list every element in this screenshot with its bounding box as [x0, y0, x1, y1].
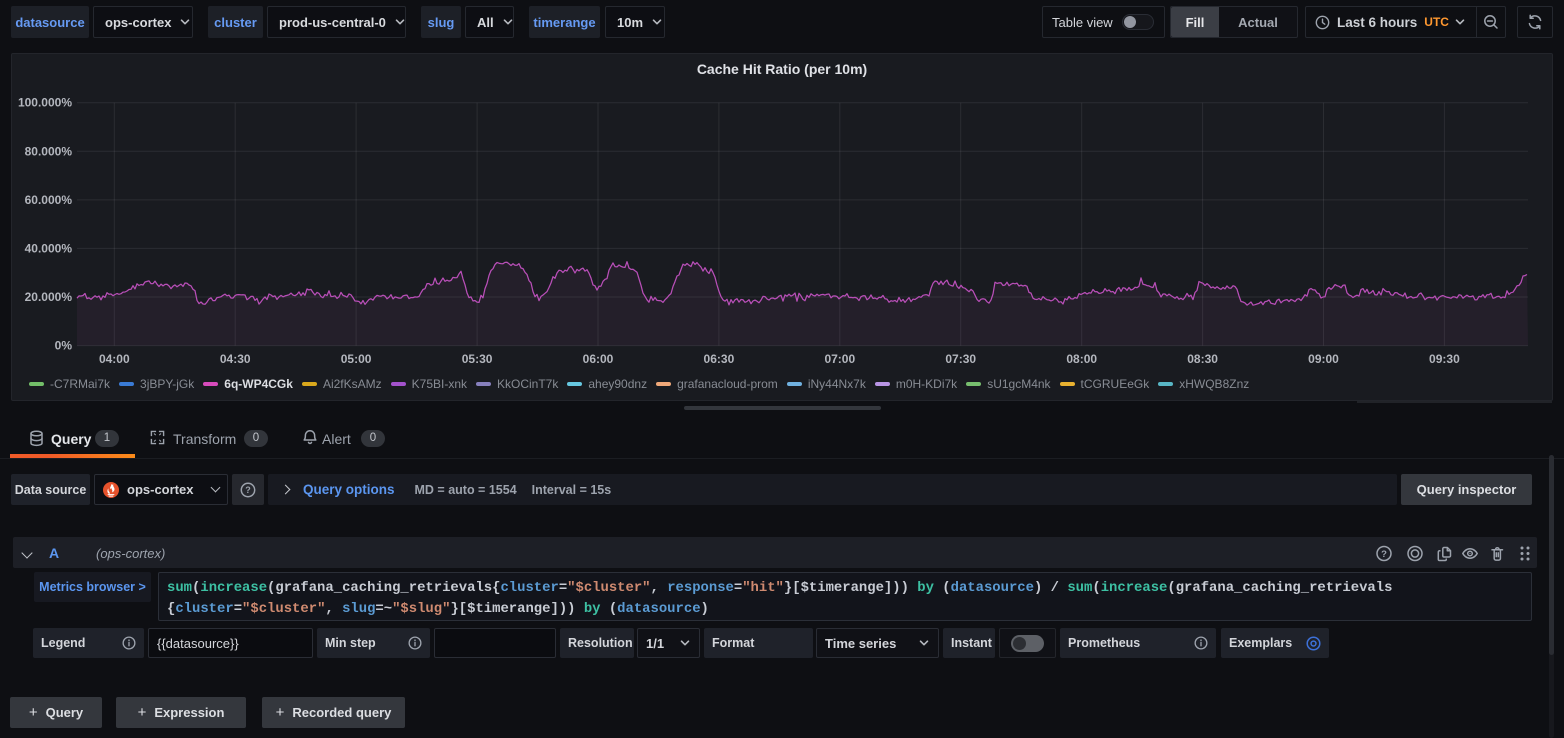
- svg-text:09:30: 09:30: [1429, 352, 1460, 366]
- svg-text:20.000%: 20.000%: [25, 290, 73, 304]
- svg-text:04:30: 04:30: [220, 352, 251, 366]
- svg-text:04:00: 04:00: [99, 352, 130, 366]
- svg-text:?: ?: [1381, 549, 1387, 560]
- svg-text:60.000%: 60.000%: [25, 193, 73, 207]
- svg-text:05:30: 05:30: [462, 352, 493, 366]
- svg-text:06:00: 06:00: [583, 352, 614, 366]
- svg-text:100.000%: 100.000%: [18, 96, 72, 110]
- svg-text:07:00: 07:00: [824, 352, 855, 366]
- svg-text:08:00: 08:00: [1066, 352, 1097, 366]
- svg-text:?: ?: [245, 485, 251, 495]
- svg-text:0%: 0%: [55, 339, 73, 353]
- svg-text:40.000%: 40.000%: [25, 241, 73, 255]
- svg-text:80.000%: 80.000%: [25, 144, 73, 158]
- svg-text:05:00: 05:00: [341, 352, 372, 366]
- svg-text:09:00: 09:00: [1308, 352, 1339, 366]
- svg-text:08:30: 08:30: [1187, 352, 1218, 366]
- svg-text:06:30: 06:30: [704, 352, 735, 366]
- svg-text:07:30: 07:30: [945, 352, 976, 366]
